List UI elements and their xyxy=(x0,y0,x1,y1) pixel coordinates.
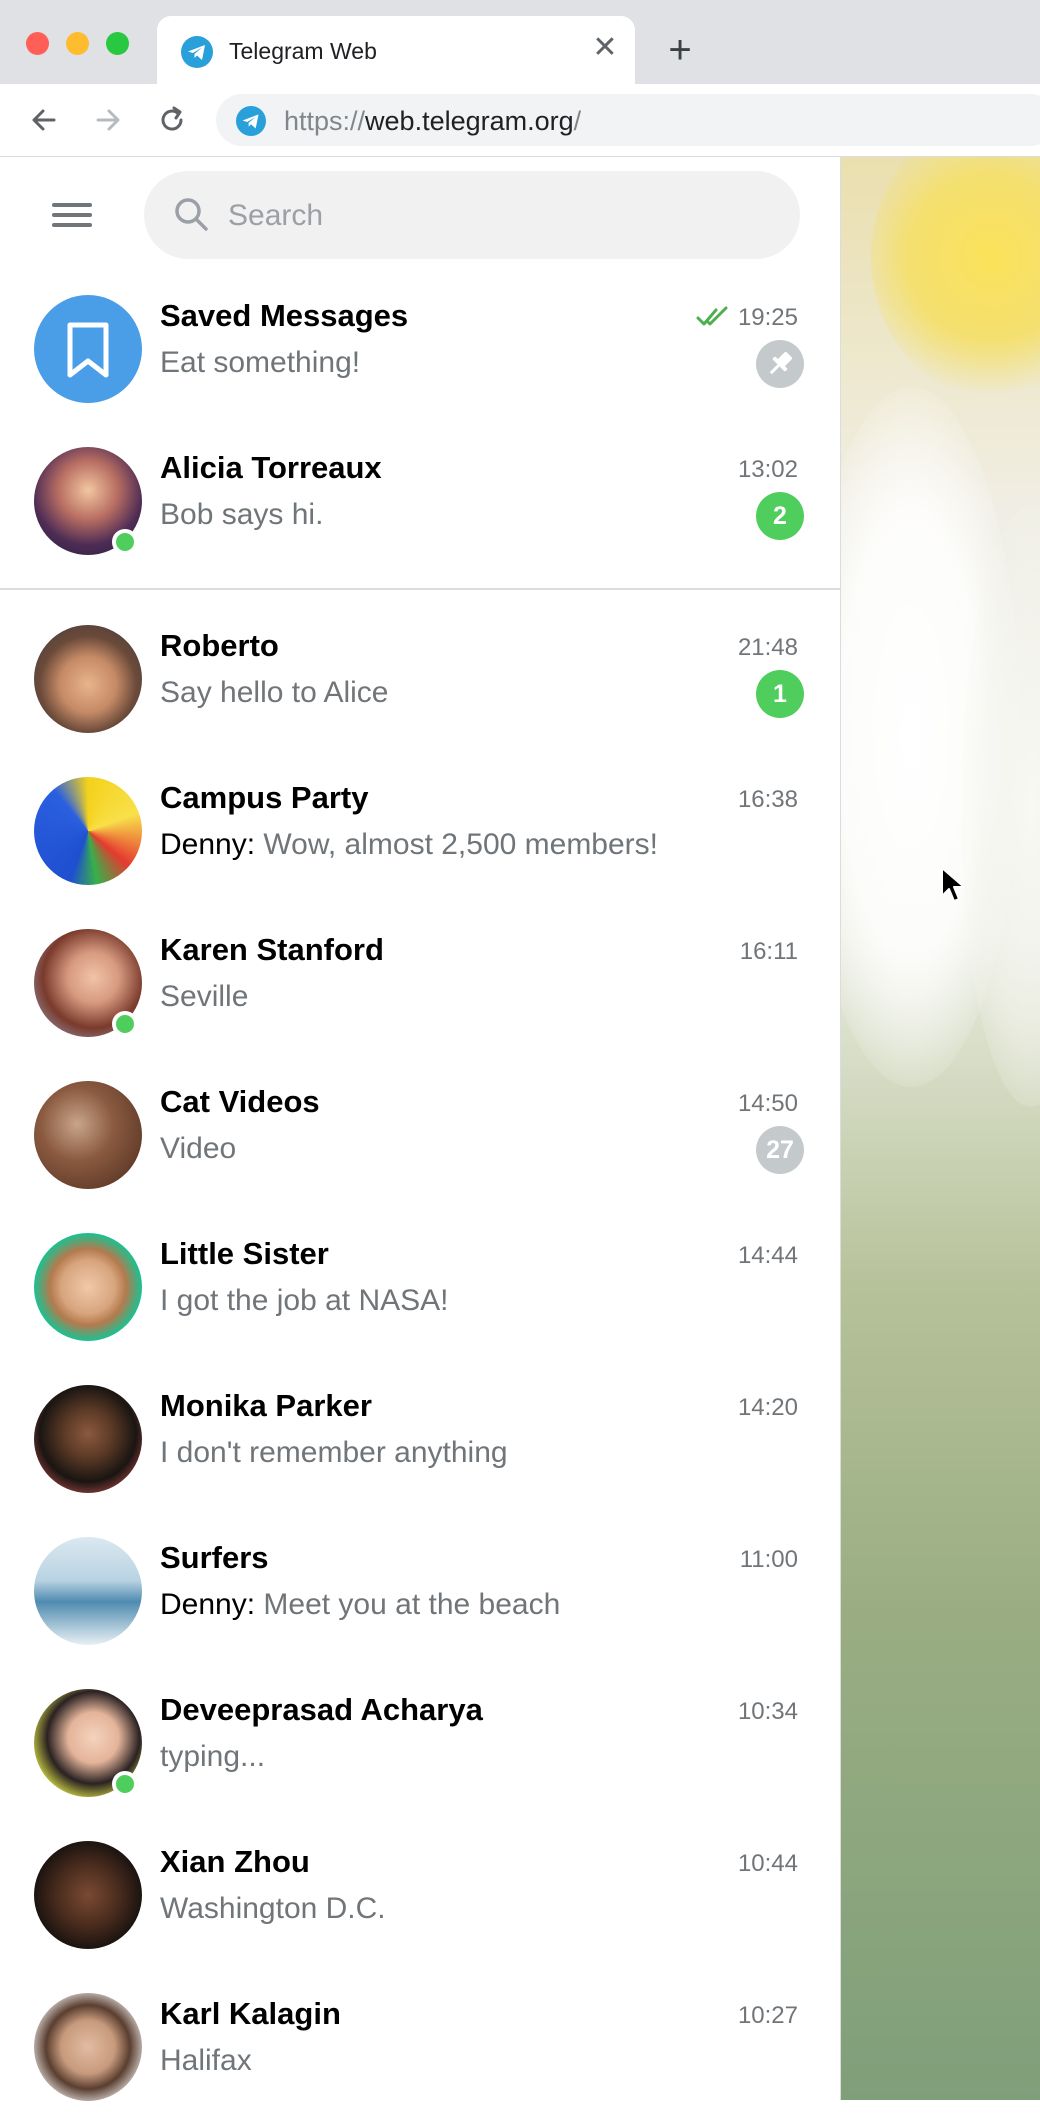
close-window-button[interactable] xyxy=(26,32,49,55)
chat-last-message: Denny: Wow, almost 2,500 members! xyxy=(160,828,658,862)
chat-item-surfers[interactable]: Surfers 11:00 Denny: Meet you at the bea… xyxy=(0,1516,840,1666)
avatar xyxy=(34,625,142,733)
chat-time: 10:34 xyxy=(737,1698,798,1725)
new-tab-button[interactable]: + xyxy=(660,30,700,70)
chat-time: 19:25 xyxy=(737,304,798,331)
avatar xyxy=(34,1993,142,2101)
avatar xyxy=(34,777,142,885)
browser-tab-bar: Telegram Web ✕ + xyxy=(0,0,1040,84)
chat-last-message: I don't remember anything xyxy=(160,1436,508,1469)
chat-item-deveeprasad-acharya[interactable]: Deveeprasad Acharya 10:34 typing... xyxy=(0,1668,840,1818)
online-indicator xyxy=(112,1011,138,1037)
chat-last-message: Denny: Meet you at the beach xyxy=(160,1588,560,1622)
chat-last-message: I got the job at NASA! xyxy=(160,1284,449,1317)
avatar xyxy=(34,1537,142,1645)
chat-name: Alicia Torreaux xyxy=(160,450,382,485)
chat-time: 11:00 xyxy=(739,1546,798,1573)
chat-name: Deveeprasad Acharya xyxy=(160,1692,483,1727)
chat-time: 10:44 xyxy=(737,1850,798,1877)
chat-name: Surfers xyxy=(160,1540,269,1575)
chat-name: Cat Videos xyxy=(160,1084,320,1119)
online-indicator xyxy=(112,1771,138,1797)
online-indicator xyxy=(112,529,138,555)
pinned-divider xyxy=(0,588,840,590)
chat-time: 14:20 xyxy=(737,1394,798,1421)
telegram-logo-icon xyxy=(181,36,213,73)
mouse-cursor-icon xyxy=(940,866,966,909)
chat-background-wallpaper xyxy=(841,157,1040,2100)
search-input[interactable] xyxy=(226,193,770,239)
avatar xyxy=(34,295,142,403)
pin-icon xyxy=(756,340,804,388)
unread-badge: 2 xyxy=(756,492,804,540)
chat-name: Little Sister xyxy=(160,1236,329,1271)
avatar xyxy=(34,1385,142,1493)
chat-name: Xian Zhou xyxy=(160,1844,310,1879)
chat-last-message: Eat something! xyxy=(160,346,361,379)
chat-last-message: Washington D.C. xyxy=(160,1892,386,1925)
tab-title: Telegram Web xyxy=(229,38,377,64)
chat-item-saved-messages[interactable]: Saved Messages 19:25 Eat something! xyxy=(0,274,840,424)
chat-last-message: Seville xyxy=(160,980,249,1013)
chat-name: Monika Parker xyxy=(160,1388,372,1423)
chat-item-roberto[interactable]: Roberto 21:48 Say hello to Alice 1 xyxy=(0,604,840,754)
chat-time: 14:50 xyxy=(737,1090,798,1117)
chat-last-message: Video xyxy=(160,1132,237,1165)
double-check-icon xyxy=(696,306,730,333)
url-text: https://web.telegram.org/ xyxy=(284,106,582,136)
unread-badge: 1 xyxy=(756,670,804,718)
chat-name: Karen Stanford xyxy=(160,932,384,967)
chat-time: 13:02 xyxy=(737,456,798,483)
chat-last-message: typing... xyxy=(160,1740,266,1773)
unread-badge-muted: 27 xyxy=(756,1126,804,1174)
chat-last-message: Halifax xyxy=(160,2044,252,2077)
maximize-window-button[interactable] xyxy=(106,32,129,55)
chat-item-alicia-torreaux[interactable]: Alicia Torreaux 13:02 Bob says hi. 2 xyxy=(0,426,840,576)
hamburger-menu-icon[interactable] xyxy=(46,197,98,237)
avatar xyxy=(34,1081,142,1189)
chat-name: Saved Messages xyxy=(160,298,409,333)
chat-name: Karl Kalagin xyxy=(160,1996,341,2031)
chat-item-cat-videos[interactable]: Cat Videos 14:50 Video 27 xyxy=(0,1060,840,1210)
address-bar[interactable]: https://web.telegram.org/ xyxy=(216,94,1040,146)
message-text: Meet you at the beach xyxy=(263,1588,561,1621)
chat-item-campus-party[interactable]: Campus Party 16:38 Denny: Wow, almost 2,… xyxy=(0,756,840,906)
avatar xyxy=(34,1233,142,1341)
chat-time: 10:27 xyxy=(737,2002,798,2029)
chat-item-karen-stanford[interactable]: Karen Stanford 16:11 Seville xyxy=(0,908,840,1058)
avatar xyxy=(34,1841,142,1949)
back-arrow-icon[interactable] xyxy=(24,100,64,140)
browser-tab[interactable]: Telegram Web ✕ xyxy=(157,16,635,84)
message-sender: Denny: xyxy=(160,1588,256,1621)
chat-time: 16:11 xyxy=(739,938,798,965)
chat-item-little-sister[interactable]: Little Sister 14:44 I got the job at NAS… xyxy=(0,1212,840,1362)
chat-last-message: Bob says hi. xyxy=(160,498,324,531)
chat-time: 14:44 xyxy=(737,1242,798,1269)
browser-toolbar: https://web.telegram.org/ xyxy=(0,84,1040,157)
telegram-logo-icon xyxy=(236,106,266,141)
message-sender: Denny: xyxy=(160,828,256,861)
chat-time: 21:48 xyxy=(737,634,798,661)
search-icon xyxy=(170,193,212,240)
close-tab-icon[interactable]: ✕ xyxy=(587,30,623,66)
chat-list-sidebar: Saved Messages 19:25 Eat something! Alic… xyxy=(0,157,841,2101)
message-text: Wow, almost 2,500 members! xyxy=(263,828,659,861)
chat-item-xian-zhou[interactable]: Xian Zhou 10:44 Washington D.C. xyxy=(0,1820,840,1970)
chat-last-message: Say hello to Alice xyxy=(160,676,389,709)
chat-name: Roberto xyxy=(160,628,279,663)
minimize-window-button[interactable] xyxy=(66,32,89,55)
forward-arrow-icon[interactable] xyxy=(88,100,128,140)
bookmark-icon xyxy=(67,322,109,378)
search-box[interactable] xyxy=(144,171,800,259)
chat-time: 16:38 xyxy=(737,786,798,813)
reload-icon[interactable] xyxy=(152,100,192,140)
chat-name: Campus Party xyxy=(160,780,369,815)
chat-item-monika-parker[interactable]: Monika Parker 14:20 I don't remember any… xyxy=(0,1364,840,1514)
